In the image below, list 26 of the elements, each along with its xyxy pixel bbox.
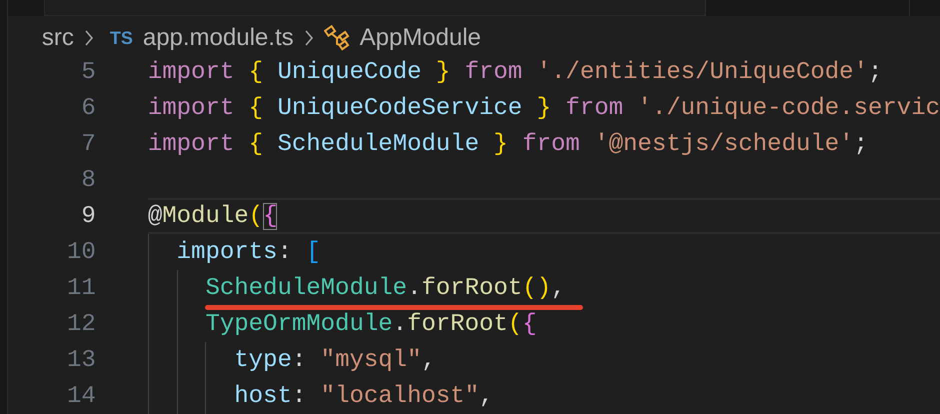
line-number: 8 (80, 166, 96, 194)
module-icon (324, 25, 350, 51)
code-line: import { UniqueCode } from './entities/UniqueCode'; (148, 58, 882, 86)
line-number: 13 (66, 346, 96, 374)
line-number: 5 (80, 58, 96, 86)
breadcrumb-item[interactable]: app.module.ts (142, 24, 294, 52)
code-line: imports: [ (176, 238, 321, 266)
code-line: @Module({ (148, 202, 278, 230)
line-number: 9 (80, 202, 96, 230)
code-line: import { ScheduleModule } from '@nestjs/schedule'; (148, 130, 868, 158)
line-number: 14 (66, 382, 96, 410)
line-number: 6 (80, 94, 96, 122)
breadcrumb-item[interactable]: src (42, 24, 74, 52)
line-number: 11 (66, 274, 96, 302)
line-number: 7 (80, 130, 96, 158)
code-line: ScheduleModule.forRoot(), (204, 274, 566, 302)
code-line: type: "mysql", (233, 346, 436, 374)
code-line: import { UniqueCodeService } from './unique-code.servic (148, 94, 940, 122)
code-line: host: "localhost", (233, 382, 494, 410)
breadcrumb-item[interactable]: AppModule (360, 24, 482, 52)
line-number: 10 (66, 238, 96, 266)
chevron-icon (84, 29, 94, 47)
typescript-icon: TS (110, 28, 133, 48)
code-line: TypeOrmModule.forRoot({ (204, 310, 537, 338)
chevron-icon (304, 29, 314, 47)
line-number: 12 (66, 310, 96, 338)
